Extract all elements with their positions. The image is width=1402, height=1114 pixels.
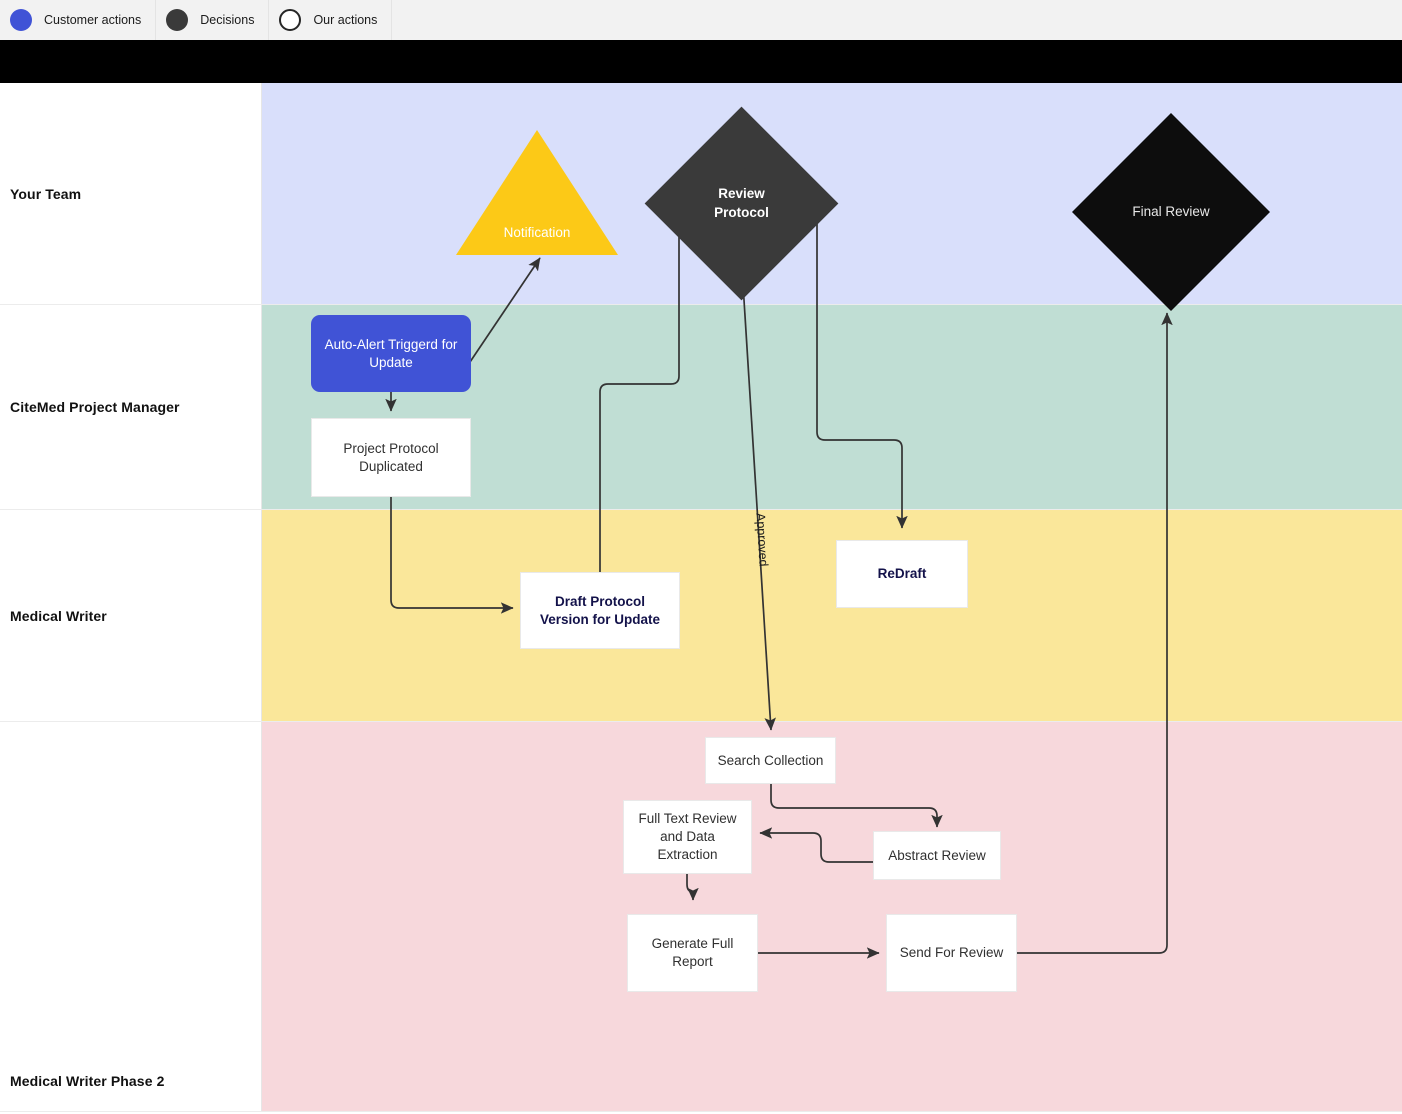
legend-spacer	[392, 0, 1402, 40]
circle-outline-white-icon	[279, 9, 302, 31]
node-label-generate-full-report: Generate Full Report	[651, 936, 734, 969]
node-search-collection[interactable]: Search Collection	[705, 737, 836, 784]
diagram-canvas: Customer actions Decisions Our actions Y…	[0, 0, 1402, 1114]
legend-label-decisions: Decisions	[200, 13, 255, 27]
node-label-abstract-review: Abstract Review	[888, 847, 986, 863]
lane-header-medical-writer-phase-2: Medical Writer Phase 2	[0, 722, 262, 1111]
node-auto-alert[interactable]: Auto-Alert Triggerd for Update	[311, 315, 471, 392]
lane-title-medical-writer-phase-2: Medical Writer Phase 2	[10, 1073, 165, 1089]
node-label-draft-protocol: Draft Protocol Version for Update	[539, 593, 661, 627]
node-final-review[interactable]: Final Review	[1072, 113, 1270, 311]
node-label-final-review: Final Review	[1132, 203, 1210, 219]
node-label-notification: Notification	[503, 225, 571, 240]
lane-header-citemed-project-manager: CiteMed Project Manager	[0, 305, 262, 509]
diagram-title-bar	[0, 40, 1402, 83]
lane-title-medical-writer: Medical Writer	[10, 607, 107, 624]
node-draft-protocol[interactable]: Draft Protocol Version for Update	[520, 572, 680, 649]
circle-filled-dark-icon	[166, 9, 189, 31]
lane-header-your-team: Your Team	[0, 83, 262, 304]
lane-title-citemed-project-manager: CiteMed Project Manager	[10, 399, 180, 415]
legend-label-our-actions: Our actions	[313, 13, 378, 27]
node-label-send-for-review: Send For Review	[899, 945, 1004, 961]
legend-item-decisions[interactable]: Decisions	[156, 0, 270, 40]
legend-bar: Customer actions Decisions Our actions	[0, 0, 1402, 40]
node-generate-full-report[interactable]: Generate Full Report	[627, 914, 758, 992]
legend-label-customer-actions: Customer actions	[44, 13, 142, 27]
node-review-protocol[interactable]: Review Protocol	[644, 106, 839, 301]
lane-medical-writer: Medical Writer	[0, 510, 1402, 722]
lane-header-medical-writer: Medical Writer	[0, 510, 262, 721]
circle-filled-blue-icon	[10, 9, 32, 31]
lane-title-your-team: Your Team	[10, 185, 82, 202]
node-label-project-protocol-duplicated: Project Protocol Duplicated	[343, 440, 439, 474]
node-notification[interactable]: Notification	[456, 130, 618, 255]
node-label-review-protocol: Review Protocol	[714, 186, 769, 220]
legend-item-our-actions[interactable]: Our actions	[269, 0, 393, 40]
node-label-redraft: ReDraft	[877, 566, 927, 582]
node-redraft[interactable]: ReDraft	[836, 540, 968, 608]
lane-citemed-project-manager: CiteMed Project Manager	[0, 305, 1402, 510]
node-label-auto-alert: Auto-Alert Triggerd for Update	[324, 336, 458, 370]
legend-item-customer-actions[interactable]: Customer actions	[0, 0, 157, 40]
node-send-for-review[interactable]: Send For Review	[886, 914, 1017, 992]
node-project-protocol-duplicated[interactable]: Project Protocol Duplicated	[311, 418, 471, 497]
lane-body-medical-writer	[262, 510, 1402, 721]
node-full-text-review[interactable]: Full Text Review and Data Extraction	[623, 800, 752, 874]
node-label-search-collection: Search Collection	[717, 752, 824, 768]
node-abstract-review[interactable]: Abstract Review	[873, 831, 1001, 880]
node-label-full-text-review: Full Text Review and Data Extraction	[638, 811, 737, 862]
